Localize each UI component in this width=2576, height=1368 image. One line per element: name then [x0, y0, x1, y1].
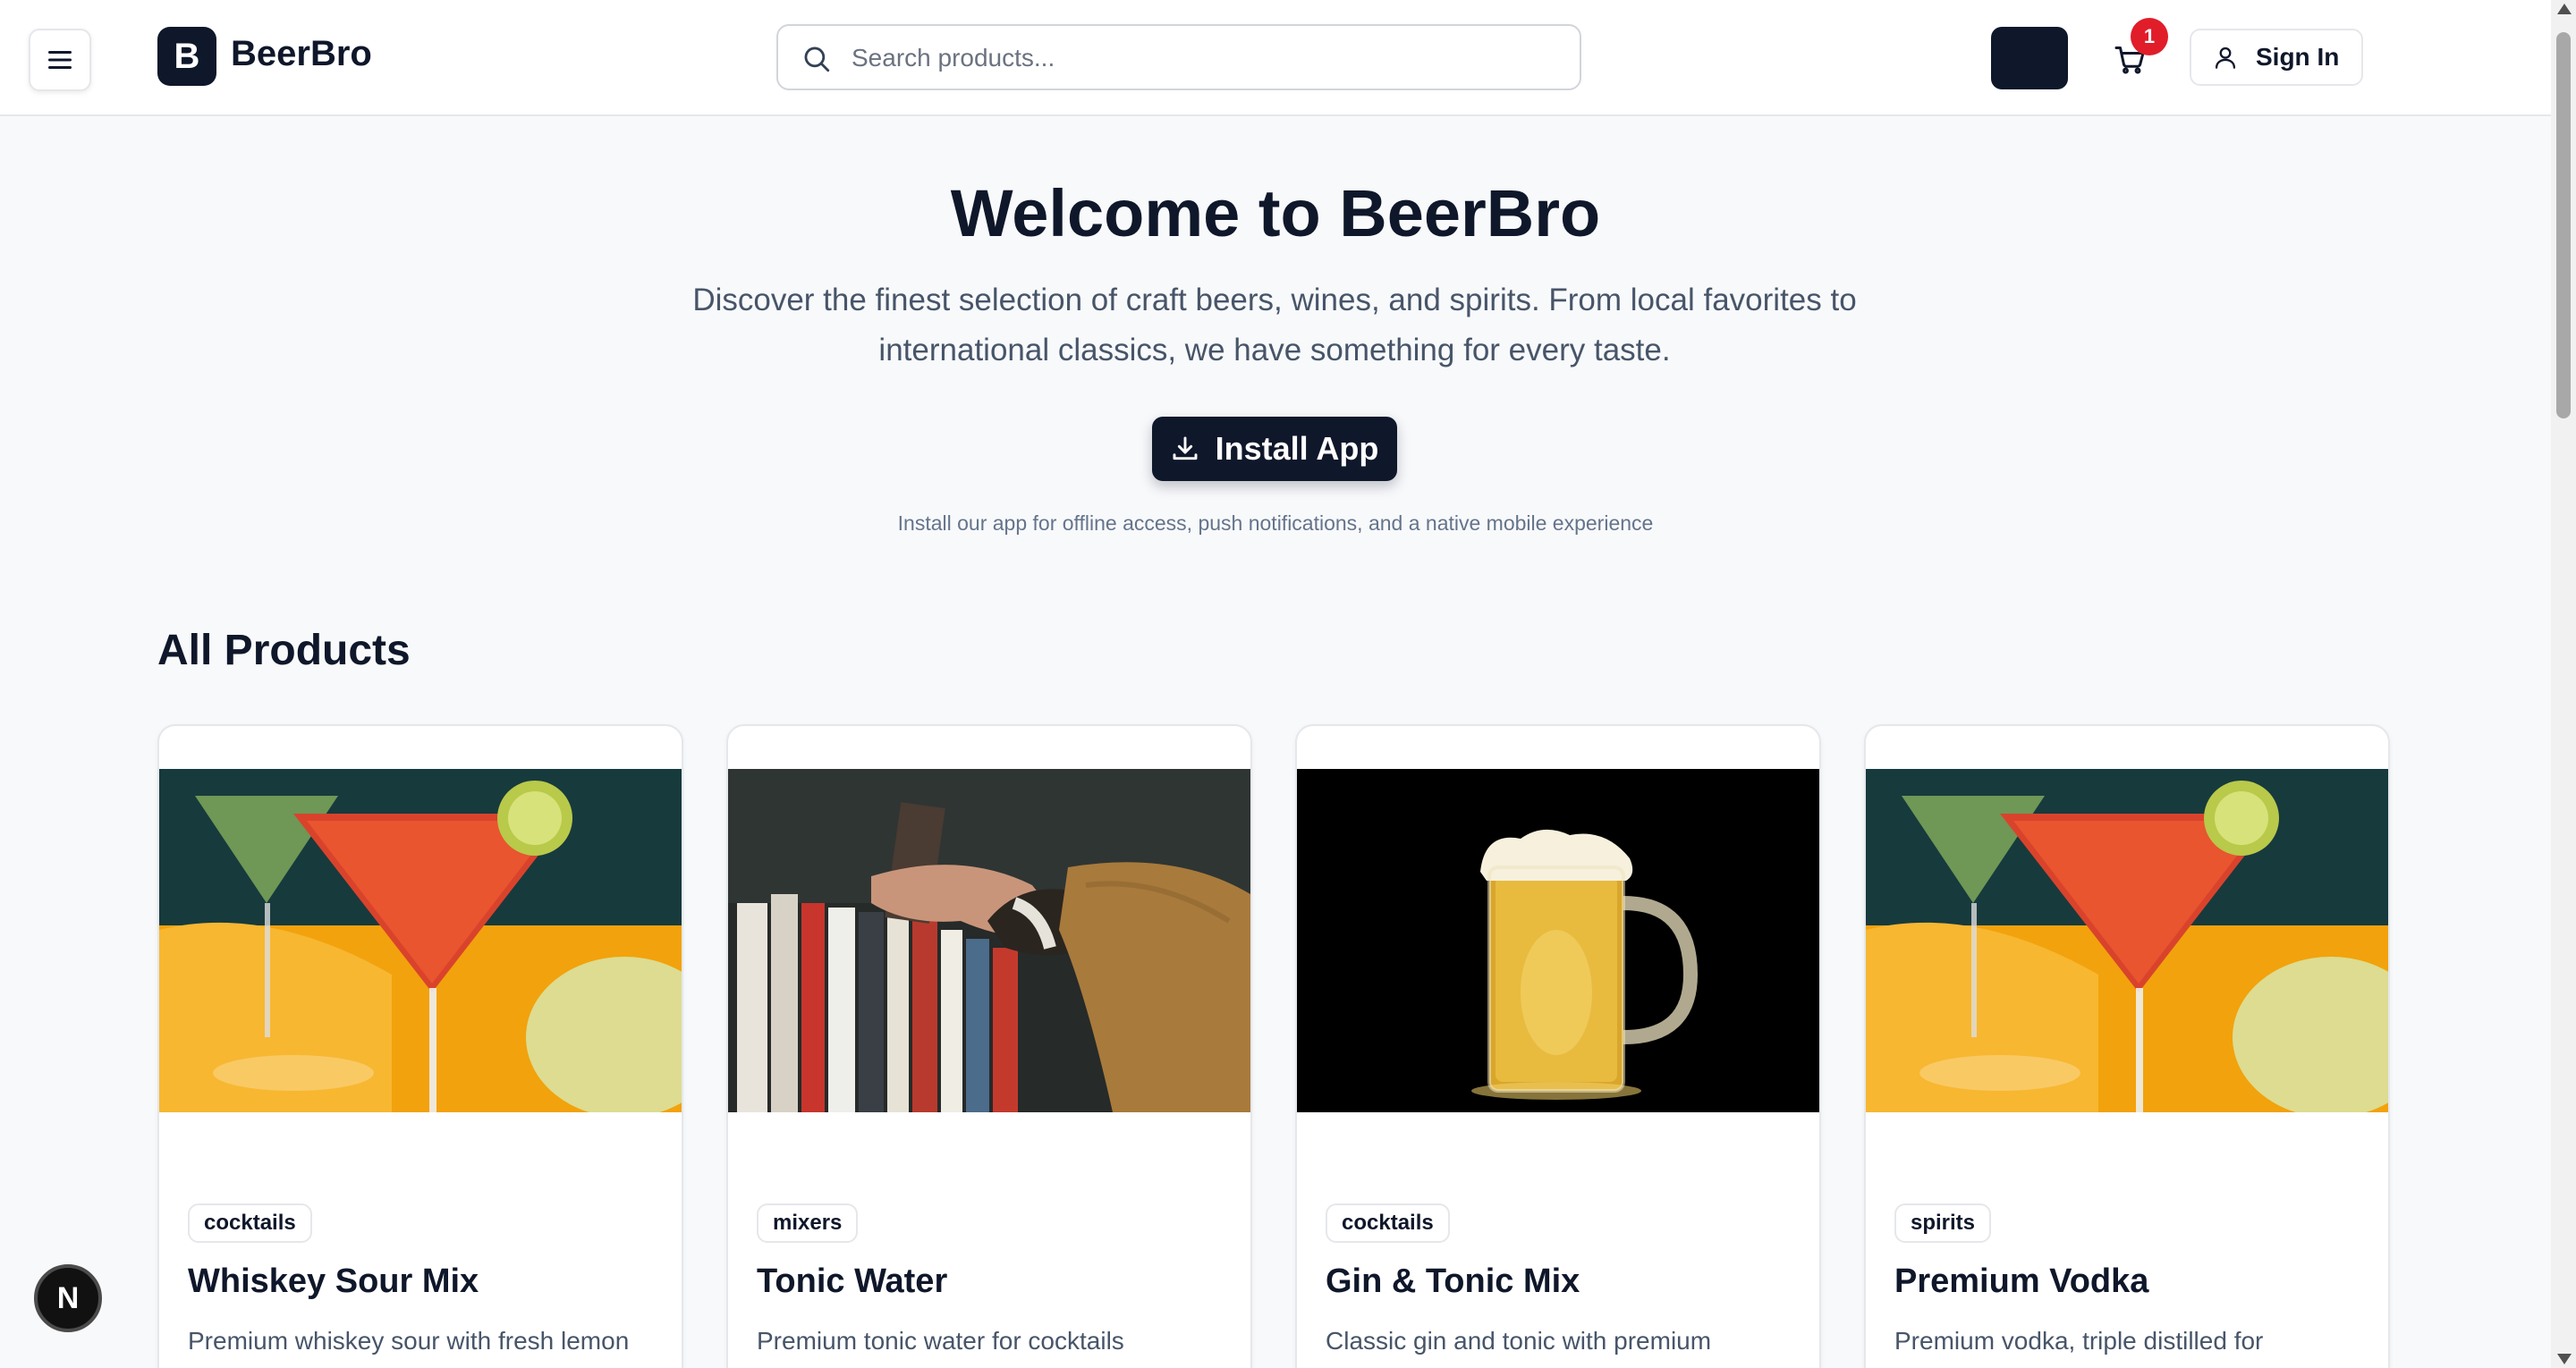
install-app-button[interactable]: Install App — [1152, 417, 1397, 481]
product-description: Classic gin and tonic with premium — [1326, 1327, 1712, 1355]
sign-in-button[interactable]: Sign In — [2190, 29, 2363, 86]
category-badge: spirits — [1894, 1203, 1992, 1243]
page-scrollbar[interactable] — [2551, 0, 2576, 1368]
product-image[interactable] — [159, 769, 682, 1112]
theme-toggle-button[interactable] — [1991, 27, 2068, 89]
menu-button[interactable] — [29, 29, 91, 91]
category-badge: cocktails — [1326, 1203, 1450, 1243]
product-image[interactable] — [1297, 769, 1819, 1112]
search-icon — [804, 46, 830, 72]
product-image[interactable] — [1866, 769, 2388, 1112]
cart-count-badge: 1 — [2131, 18, 2168, 55]
product-name[interactable]: Premium Vodka — [1894, 1262, 2148, 1301]
product-card[interactable]: spirits Premium Vodka Premium vodka, tri… — [1864, 724, 2390, 1368]
product-name[interactable]: Tonic Water — [757, 1262, 947, 1301]
brand-logo[interactable]: B — [157, 27, 216, 86]
brand-name[interactable]: BeerBro — [231, 34, 372, 74]
hero-title: Welcome to BeerBro — [950, 176, 1601, 250]
scroll-thumb[interactable] — [2556, 32, 2571, 418]
product-name[interactable]: Whiskey Sour Mix — [188, 1262, 479, 1301]
user-icon — [2215, 46, 2236, 69]
product-description: Premium vodka, triple distilled for — [1894, 1327, 2264, 1355]
install-note: Install our app for offline access, push… — [897, 511, 1654, 535]
scroll-down-arrow-icon[interactable] — [2557, 1354, 2572, 1364]
search-input[interactable] — [852, 35, 1558, 81]
category-badge: mixers — [757, 1203, 859, 1243]
section-title: All Products — [157, 627, 411, 674]
product-card[interactable]: mixers Tonic Water Premium tonic water f… — [726, 724, 1252, 1368]
scroll-up-arrow-icon[interactable] — [2557, 4, 2572, 14]
hamburger-menu-icon — [48, 51, 72, 69]
product-card[interactable]: cocktails Whiskey Sour Mix Premium whisk… — [157, 724, 683, 1368]
next-dev-tools-button[interactable]: N — [34, 1264, 102, 1332]
search-bar[interactable] — [776, 24, 1581, 90]
install-app-label: Install App — [1215, 430, 1379, 467]
category-badge: cocktails — [188, 1203, 312, 1243]
download-icon — [1173, 436, 1198, 460]
product-description: Premium tonic water for cocktails — [757, 1327, 1124, 1355]
product-card[interactable]: cocktails Gin & Tonic Mix Classic gin an… — [1295, 724, 1821, 1368]
top-nav: B BeerBro 1 Sign In — [0, 0, 2551, 116]
product-image[interactable] — [728, 769, 1250, 1112]
product-name[interactable]: Gin & Tonic Mix — [1326, 1262, 1580, 1301]
sign-in-label: Sign In — [2256, 43, 2340, 71]
hero-description: Discover the finest selection of craft b… — [692, 283, 1857, 367]
product-description: Premium whiskey sour with fresh lemon — [188, 1327, 630, 1355]
